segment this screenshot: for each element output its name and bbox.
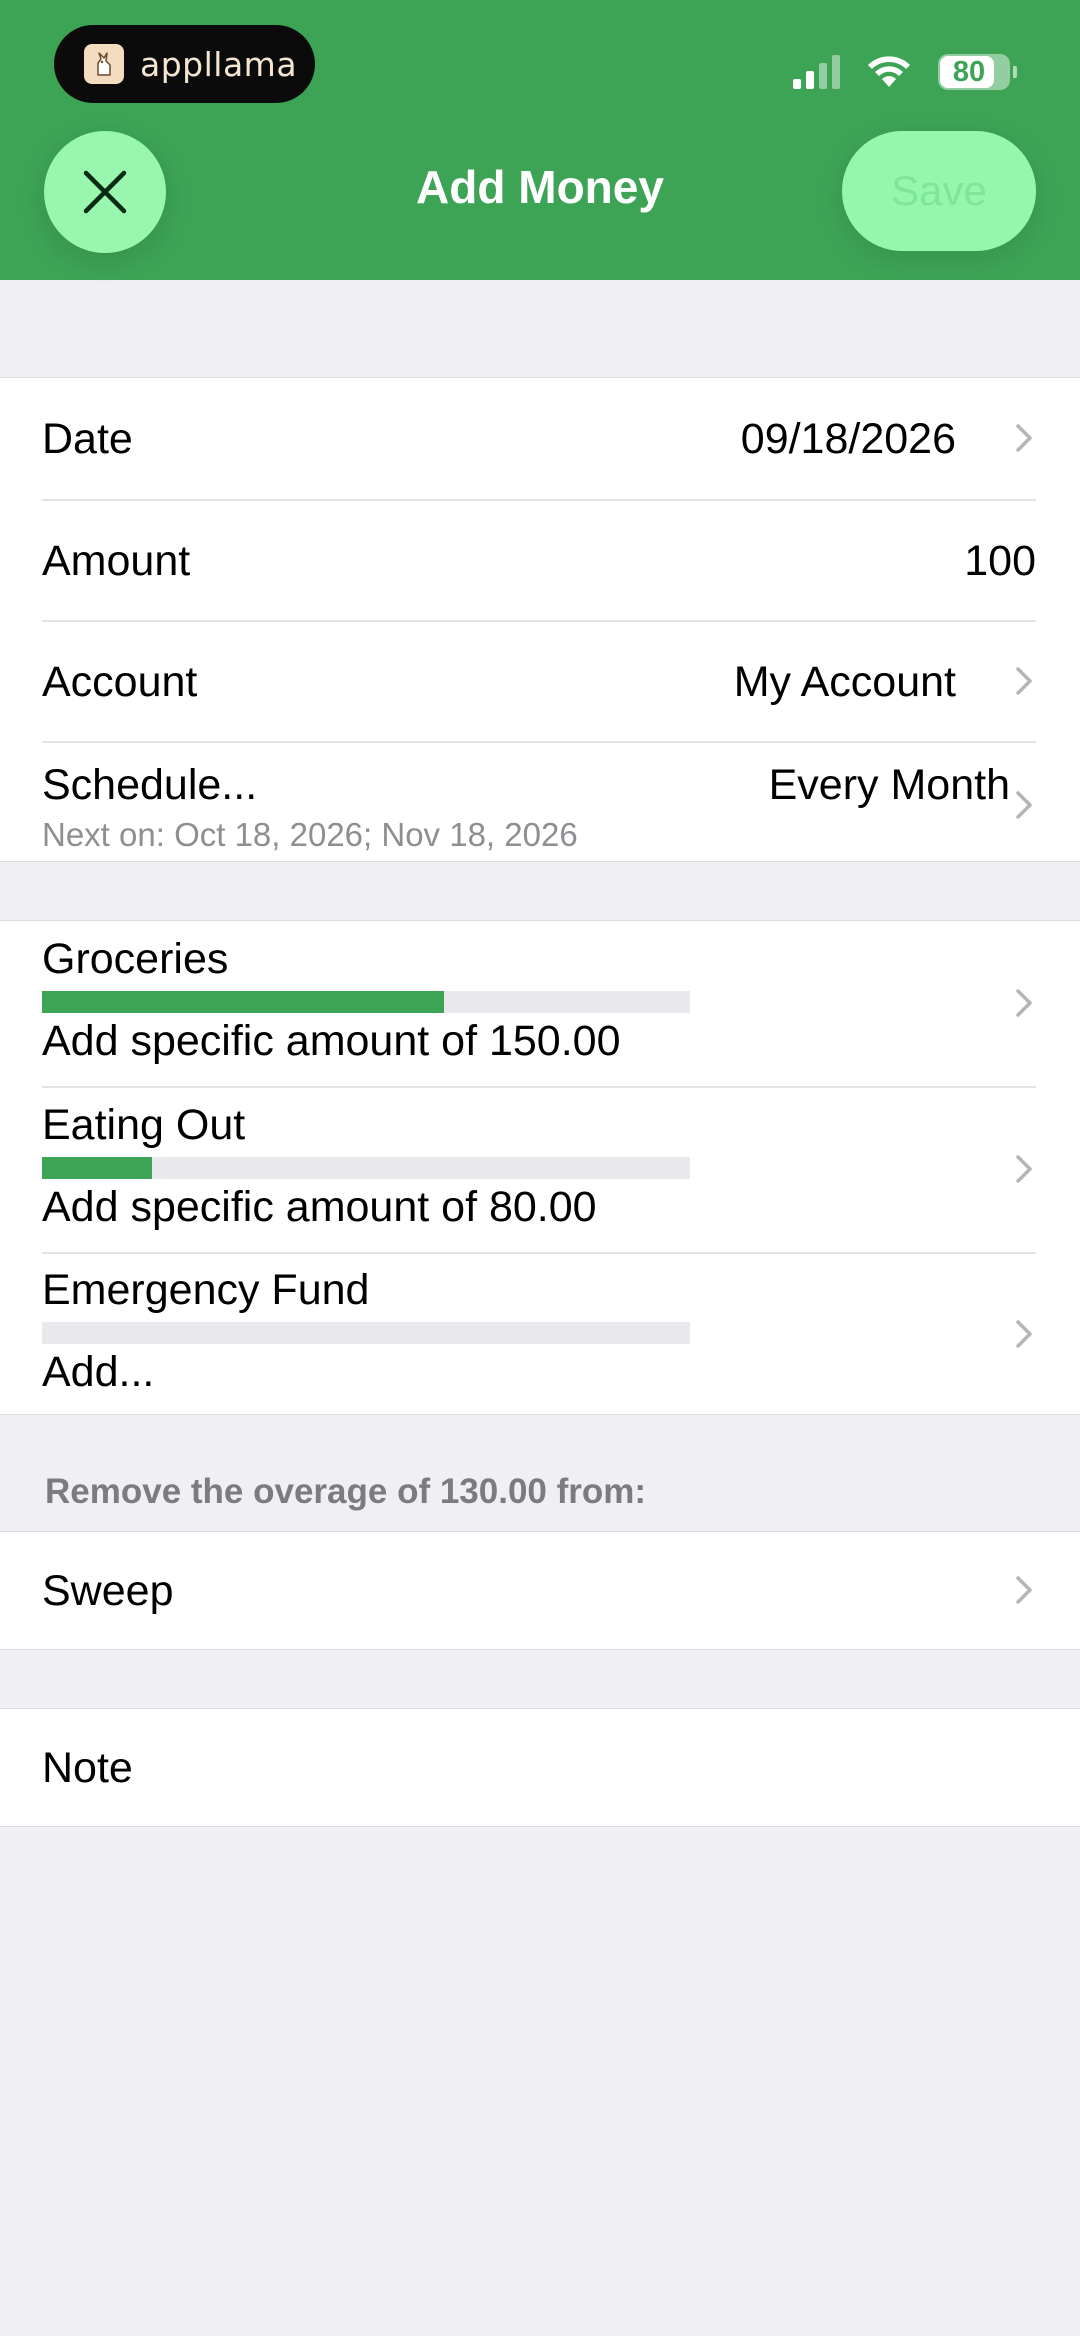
app-pill-label: appllama [140,44,298,84]
envelope-action: Add specific amount of 150.00 [42,1017,621,1065]
schedule-next-dates: Next on: Oct 18, 2026; Nov 18, 2026 [42,816,578,853]
sweep-row[interactable]: Sweep [0,1532,1080,1649]
chevron-right-icon [1016,791,1032,819]
amount-label: Amount [42,537,191,585]
app-pill: appllama [54,25,315,103]
date-label: Date [42,415,133,463]
schedule-row[interactable]: Schedule... Every Month Next on: Oct 18,… [0,741,1080,863]
schedule-label: Schedule... [42,761,258,809]
note-row[interactable]: Note [0,1709,1080,1826]
sweep-section: Sweep [0,1531,1080,1650]
chevron-right-icon [1016,667,1032,695]
status-icons: 80 [793,52,1017,92]
amount-value[interactable]: 100 [964,537,1036,586]
account-value: My Account [733,658,956,706]
chevron-right-icon [1016,1320,1032,1348]
envelope-progress-bar [42,991,690,1013]
schedule-value: Every Month [768,761,1010,809]
chevron-right-icon [1016,1576,1032,1604]
battery-icon: 80 [938,54,1017,90]
envelope-row-eating-out[interactable]: Eating Out Add specific amount of 80.00 [0,1086,1080,1252]
overage-caption: Remove the overage of 130.00 from: [45,1472,647,1511]
details-section: Date 09/18/2026 Amount 100 Account My Ac… [0,377,1080,862]
envelope-row-emergency-fund[interactable]: Emergency Fund Add... [0,1252,1080,1416]
envelope-progress-bar [42,1322,690,1344]
envelope-name: Eating Out [42,1101,246,1149]
amount-row[interactable]: Amount 100 [0,499,1080,620]
envelope-name: Emergency Fund [42,1266,370,1314]
envelope-action: Add specific amount of 80.00 [42,1183,597,1231]
account-row[interactable]: Account My Account [0,620,1080,741]
chevron-right-icon [1016,1155,1032,1183]
note-section: Note [0,1708,1080,1827]
chevron-right-icon [1016,424,1032,452]
date-row[interactable]: Date 09/18/2026 [0,378,1080,499]
chevron-right-icon [1016,989,1032,1017]
envelope-progress-bar [42,1157,690,1179]
envelope-row-groceries[interactable]: Groceries Add specific amount of 150.00 [0,921,1080,1086]
note-label: Note [42,1744,133,1792]
cellular-signal-icon [793,55,840,89]
envelope-action: Add... [42,1348,155,1396]
date-value: 09/18/2026 [740,415,956,463]
envelope-name: Groceries [42,935,229,983]
llama-logo-icon [84,44,124,84]
account-label: Account [42,658,198,706]
wifi-icon [868,56,910,87]
nav-header: appllama 80 Add Money Save [0,0,1080,280]
save-button[interactable]: Save [842,131,1036,251]
battery-level: 80 [952,55,986,88]
sweep-label: Sweep [42,1567,174,1615]
envelopes-section: Groceries Add specific amount of 150.00 … [0,920,1080,1415]
